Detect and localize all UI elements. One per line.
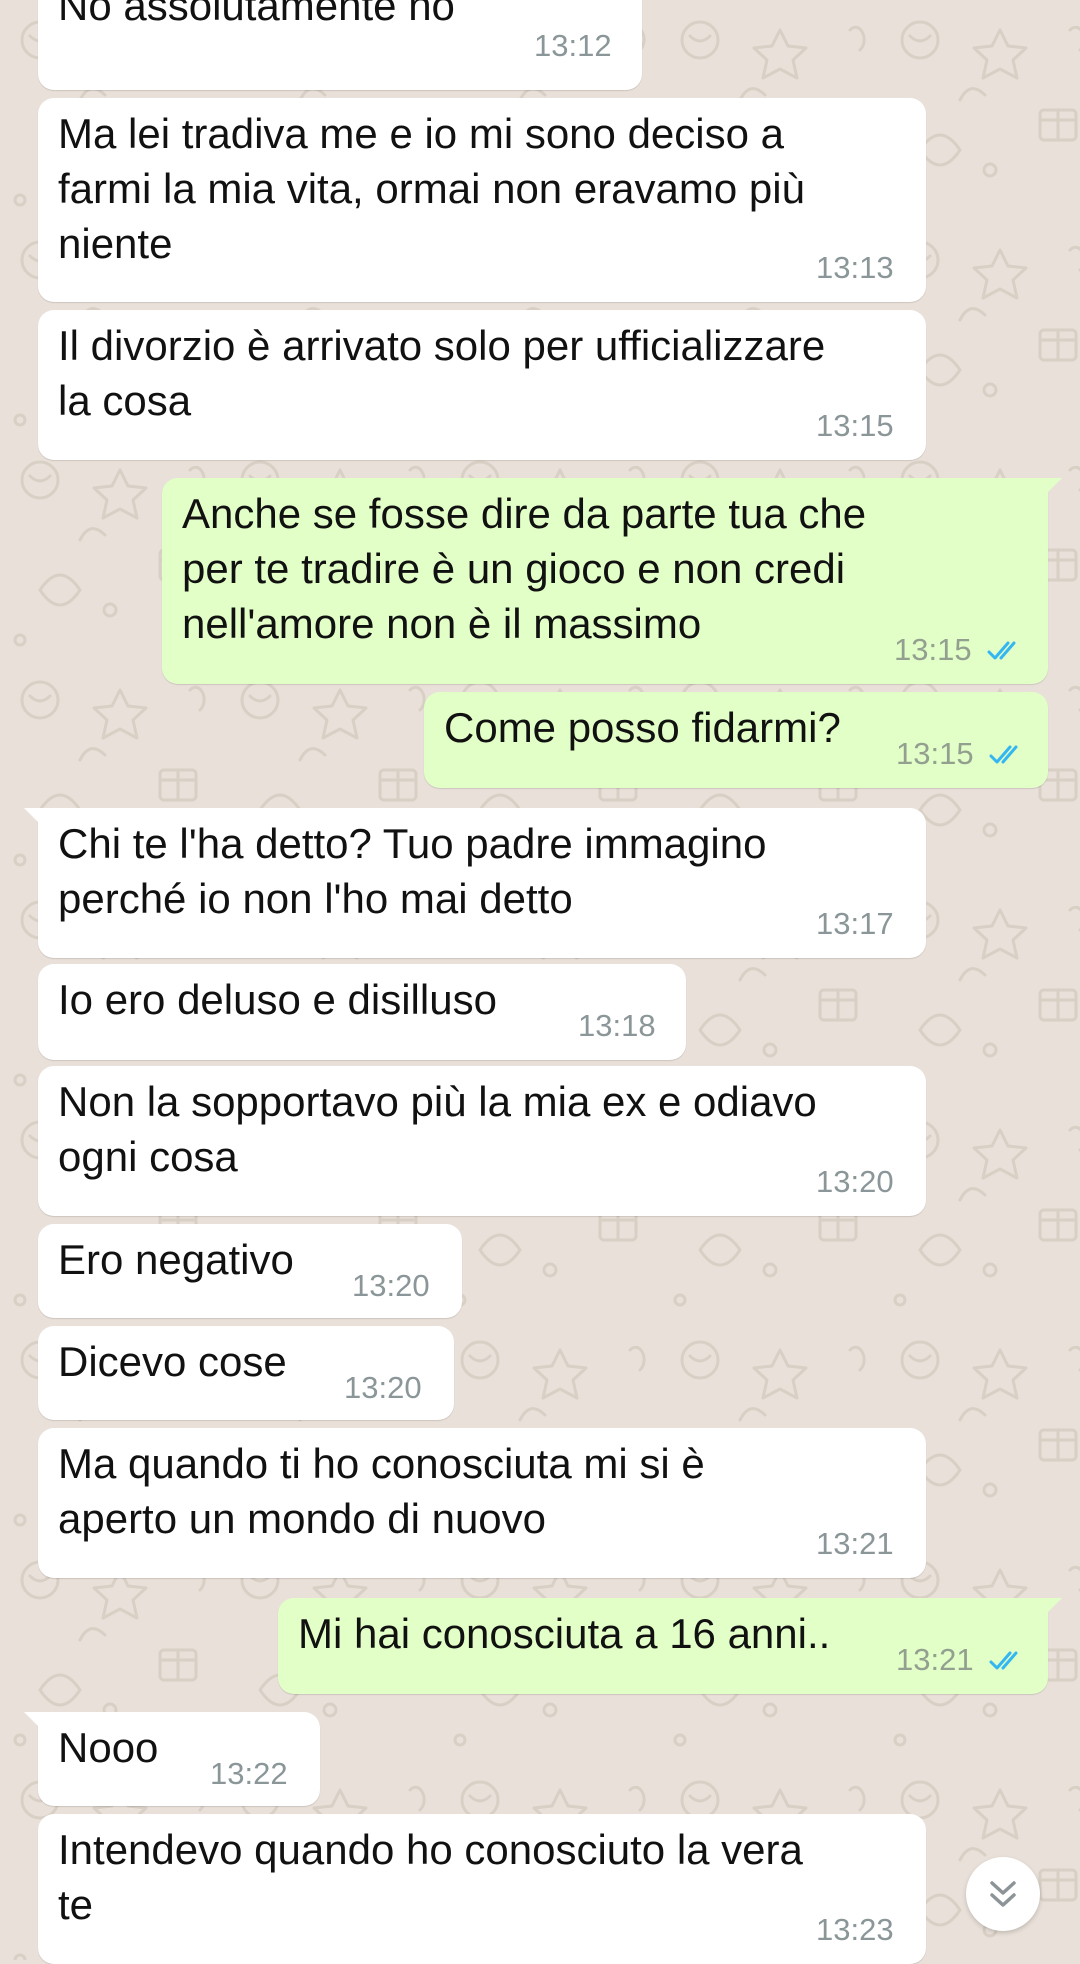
message-timestamp: 13:21	[816, 1526, 894, 1561]
read-receipt-icon	[989, 1651, 1018, 1670]
message-text: Nooo	[58, 1724, 159, 1771]
message-timestamp: 13:22	[210, 1756, 288, 1791]
incoming-message-bubble[interactable]: Io ero deluso e disilluso 13:18	[38, 964, 686, 1060]
incoming-message-bubble[interactable]: Chi te l'ha detto? Tuo padre immagino pe…	[24, 808, 926, 958]
incoming-message-bubble[interactable]: Non la sopportavo più la mia ex e odiavo…	[38, 1066, 926, 1216]
incoming-message-bubble[interactable]: Dicevo cose 13:20	[38, 1326, 454, 1420]
outgoing-message-bubble[interactable]: Anche se fosse dire da parte tua che per…	[162, 478, 1062, 684]
incoming-message-bubble[interactable]: No assolutamente no 13:12	[38, 0, 642, 90]
read-receipt-icon	[987, 641, 1016, 660]
message-text: Ma lei tradiva me e io mi sono deciso a …	[58, 110, 805, 267]
message-text: Intendevo quando ho conosciuto la vera t…	[58, 1826, 803, 1928]
message-text: Mi hai conosciuta a 16 anni..	[298, 1610, 831, 1657]
incoming-message-bubble[interactable]: Ero negativo 13:20	[38, 1224, 462, 1318]
incoming-message-bubble[interactable]: Ma lei tradiva me e io mi sono deciso a …	[38, 98, 926, 302]
outgoing-message-bubble[interactable]: Come posso fidarmi? 13:15	[424, 692, 1048, 788]
message-timestamp: 13:15	[896, 736, 974, 771]
incoming-message-bubble[interactable]: Intendevo quando ho conosciuto la vera t…	[38, 1814, 926, 1964]
message-text: No assolutamente no	[58, 0, 455, 29]
message-text: Ma quando ti ho conosciuta mi si è apert…	[58, 1440, 705, 1542]
double-chevron-down-icon	[990, 1881, 1016, 1907]
message-text: Il divorzio è arrivato solo per ufficial…	[58, 322, 826, 424]
scroll-to-bottom-button[interactable]	[966, 1857, 1040, 1931]
message-text: Non la sopportavo più la mia ex e odiavo…	[58, 1078, 817, 1180]
bubble-tail	[24, 1712, 40, 1728]
message-timestamp: 13:13	[816, 250, 894, 285]
message-timestamp: 13:23	[816, 1912, 894, 1947]
message-timestamp: 13:15	[894, 632, 972, 667]
message-text: Dicevo cose	[58, 1338, 287, 1385]
read-receipt-icon	[989, 745, 1018, 764]
outgoing-message-bubble[interactable]: Mi hai conosciuta a 16 anni.. 13:21	[278, 1598, 1062, 1694]
message-timestamp: 13:21	[896, 1642, 974, 1677]
message-timestamp: 13:20	[344, 1370, 422, 1405]
message-text: Anche se fosse dire da parte tua che per…	[182, 490, 867, 647]
bubble-tail	[1046, 1598, 1062, 1614]
bubble-tail	[1046, 478, 1062, 494]
message-text: Come posso fidarmi?	[444, 704, 841, 751]
incoming-message-bubble[interactable]: Il divorzio è arrivato solo per ufficial…	[38, 310, 926, 460]
message-timestamp: 13:18	[578, 1008, 656, 1043]
message-timestamp: 13:20	[816, 1164, 894, 1199]
message-text: Chi te l'ha detto? Tuo padre immagino pe…	[58, 820, 767, 922]
message-timestamp: 13:20	[352, 1268, 430, 1303]
incoming-message-bubble[interactable]: Ma quando ti ho conosciuta mi si è apert…	[38, 1428, 926, 1578]
message-timestamp: 13:17	[816, 906, 894, 941]
incoming-message-bubble[interactable]: Nooo 13:22	[24, 1712, 320, 1806]
message-text: Io ero deluso e disilluso	[58, 976, 497, 1023]
message-list[interactable]: No assolutamente no 13:12 Ma lei tradiva m…	[0, 0, 1080, 1964]
bubble-tail	[24, 808, 40, 824]
message-timestamp: 13:12	[534, 28, 612, 63]
message-timestamp: 13:15	[816, 408, 894, 443]
message-text: Ero negativo	[58, 1236, 294, 1283]
